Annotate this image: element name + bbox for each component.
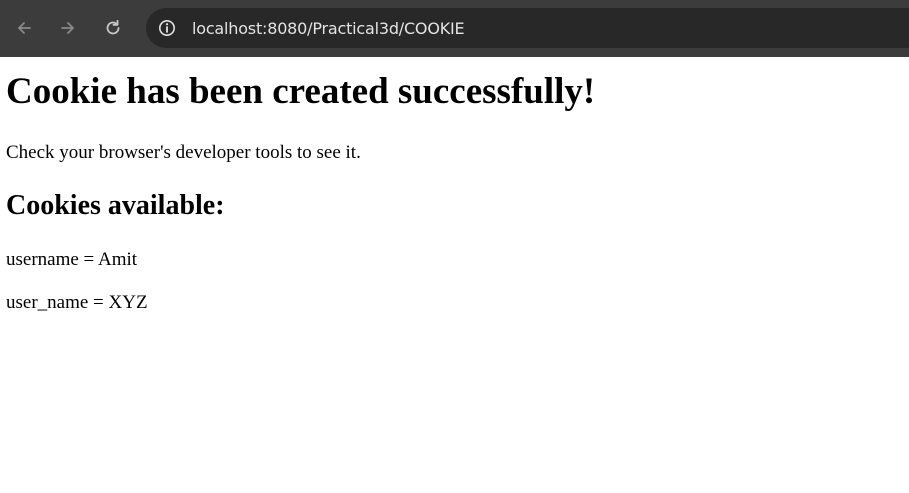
cookie-entry: user_name = XYZ [6,292,148,313]
address-bar[interactable]: localhost:8080/Practical3d/COOKIE [146,8,909,48]
page-content: Cookie has been created successfully! Ch… [0,57,909,493]
forward-button[interactable] [52,12,84,44]
reload-button[interactable] [97,12,129,44]
url-text[interactable]: localhost:8080/Practical3d/COOKIE [192,19,465,38]
cookies-heading: Cookies available: [6,190,225,221]
info-message: Check your browser's developer tools to … [6,142,361,163]
browser-toolbar: localhost:8080/Practical3d/COOKIE [0,0,909,57]
back-button[interactable] [8,12,40,44]
site-info-button[interactable] [152,13,182,43]
arrow-left-icon [14,18,34,38]
cookie-entry: username = Amit [6,249,138,270]
reload-icon [103,18,123,38]
arrow-right-icon [58,18,78,38]
info-circle-icon [157,18,177,38]
page-heading: Cookie has been created successfully! [6,71,596,112]
